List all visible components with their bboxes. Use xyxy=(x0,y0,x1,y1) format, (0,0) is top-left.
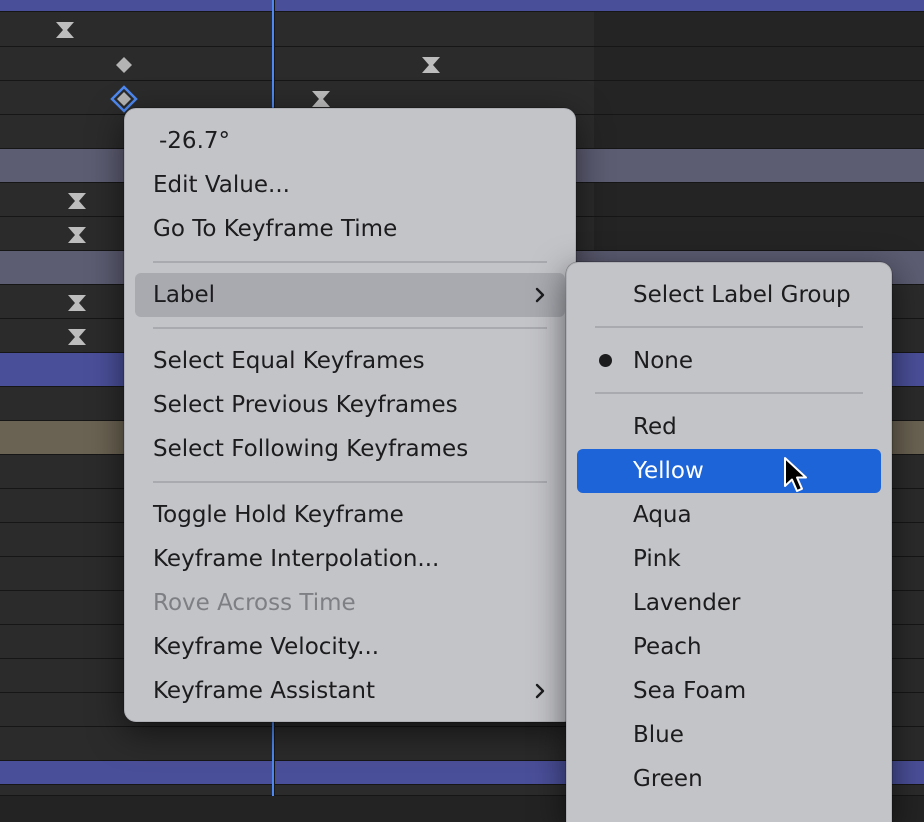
label-submenu: Select Label Group None Red Yellow Aqua … xyxy=(566,262,892,822)
menu-item-go-to-keyframe-time[interactable]: Go To Keyframe Time xyxy=(135,207,565,251)
mouse-pointer-icon xyxy=(783,456,809,498)
hourglass-keyframe-icon[interactable] xyxy=(67,294,87,312)
chevron-right-icon xyxy=(535,683,545,699)
hourglass-keyframe-icon[interactable] xyxy=(421,56,441,74)
menu-separator xyxy=(153,481,547,483)
submenu-item-none-text: None xyxy=(633,348,694,374)
timeline-layer-bar[interactable] xyxy=(0,0,924,12)
menu-separator xyxy=(153,327,547,329)
timeline-row[interactable] xyxy=(0,47,924,81)
chevron-right-icon xyxy=(535,287,545,303)
menu-item-toggle-hold-keyframe[interactable]: Toggle Hold Keyframe xyxy=(135,493,565,537)
hourglass-keyframe-icon[interactable] xyxy=(311,90,331,108)
menu-separator xyxy=(595,392,863,394)
submenu-item-red[interactable]: Red xyxy=(577,405,881,449)
menu-item-keyframe-assistant[interactable]: Keyframe Assistant xyxy=(135,669,565,713)
diamond-keyframe-icon[interactable] xyxy=(115,56,133,74)
submenu-item-none[interactable]: None xyxy=(577,339,881,383)
menu-item-select-following-keyframes[interactable]: Select Following Keyframes xyxy=(135,427,565,471)
hourglass-keyframe-icon[interactable] xyxy=(67,328,87,346)
keyframe-context-menu: -26.7° Edit Value... Go To Keyframe Time… xyxy=(124,108,576,722)
menu-item-keyframe-assistant-text: Keyframe Assistant xyxy=(153,678,375,704)
menu-item-keyframe-velocity[interactable]: Keyframe Velocity... xyxy=(135,625,565,669)
menu-item-select-previous-keyframes[interactable]: Select Previous Keyframes xyxy=(135,383,565,427)
submenu-item-sea-foam[interactable]: Sea Foam xyxy=(577,669,881,713)
menu-item-keyframe-interpolation[interactable]: Keyframe Interpolation... xyxy=(135,537,565,581)
menu-separator xyxy=(595,326,863,328)
submenu-item-aqua[interactable]: Aqua xyxy=(577,493,881,537)
hourglass-keyframe-icon[interactable] xyxy=(67,226,87,244)
submenu-item-yellow[interactable]: Yellow xyxy=(577,449,881,493)
submenu-item-select-label-group[interactable]: Select Label Group xyxy=(577,273,881,317)
menu-item-label[interactable]: Label xyxy=(135,273,565,317)
menu-item-current-value: -26.7° xyxy=(159,128,231,154)
submenu-item-blue[interactable]: Blue xyxy=(577,713,881,757)
menu-item-select-equal-keyframes[interactable]: Select Equal Keyframes xyxy=(135,339,565,383)
menu-separator xyxy=(153,261,547,263)
menu-item-rove-across-time: Rove Across Time xyxy=(153,590,356,616)
menu-item-label-text: Label xyxy=(153,282,216,308)
menu-item-edit-value[interactable]: Edit Value... xyxy=(135,163,565,207)
bullet-check-icon xyxy=(599,354,612,367)
submenu-item-peach[interactable]: Peach xyxy=(577,625,881,669)
hourglass-keyframe-icon[interactable] xyxy=(67,192,87,210)
submenu-item-lavender[interactable]: Lavender xyxy=(577,581,881,625)
hourglass-keyframe-icon[interactable] xyxy=(55,21,75,39)
timeline-row[interactable] xyxy=(0,12,924,47)
submenu-item-green[interactable]: Green xyxy=(577,757,881,801)
submenu-item-pink[interactable]: Pink xyxy=(577,537,881,581)
